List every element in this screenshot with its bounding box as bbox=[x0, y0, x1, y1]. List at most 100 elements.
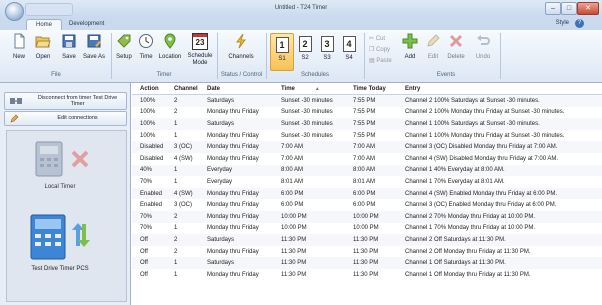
app-menu-orb-button[interactable] bbox=[5, 2, 24, 21]
location-button[interactable]: Location bbox=[157, 33, 183, 69]
cell-time: 8:01 AM bbox=[281, 178, 304, 185]
edit-connections-button[interactable]: Edit connections bbox=[4, 111, 127, 126]
table-row[interactable]: Disabled 3 (OC) Monday thru Friday 7:00 AM 7… bbox=[132, 141, 602, 153]
timer-device-icon bbox=[35, 141, 63, 177]
cell-time-today: 8:00 AM bbox=[345, 164, 397, 177]
add-event-button[interactable]: Add bbox=[400, 33, 420, 69]
schedule-s1-button[interactable]: 1 S1 bbox=[270, 33, 294, 71]
schedule-number: 3 bbox=[320, 36, 334, 52]
close-button[interactable]: ✕ bbox=[577, 2, 599, 15]
open-button[interactable]: Open bbox=[32, 33, 54, 69]
table-row[interactable]: 70% 1 Everyday 8:01 AM 8:01 AM Channel 1 70% … bbox=[132, 176, 602, 188]
table-row[interactable]: Enabled 4 (SW) Monday thru Friday 6:00 PM 6:… bbox=[132, 187, 602, 200]
edit-label: Edit bbox=[427, 54, 439, 60]
cell-entry: Channel 4 (SW) Enabled Monday thru Frida… bbox=[397, 187, 602, 200]
local-timer-device[interactable] bbox=[34, 140, 64, 178]
time-button[interactable]: Time bbox=[136, 33, 156, 69]
cell-action: Disabled bbox=[132, 141, 166, 153]
style-menu[interactable]: Style bbox=[556, 20, 569, 26]
schedule-s3-button[interactable]: 3 S3 bbox=[316, 33, 338, 69]
schedule-s4-button[interactable]: 4 S4 bbox=[338, 33, 360, 69]
column-header-entry[interactable]: Entry bbox=[397, 83, 602, 95]
cell-time: Sunset -30 minutes bbox=[281, 132, 333, 139]
cell-entry: Channel 1 70% Monday thru Friday at 10:0… bbox=[405, 225, 536, 232]
test-drive-timer-device[interactable] bbox=[30, 214, 66, 260]
cell-time-today: 6:00 PM bbox=[345, 187, 397, 200]
tab-development[interactable]: Development bbox=[60, 19, 113, 30]
save-button[interactable]: Save bbox=[58, 33, 80, 69]
copy-button[interactable]: ❐ Copy bbox=[369, 46, 390, 55]
cell-entry: Channel 1 100% Monday thru Friday at Sun… bbox=[405, 132, 565, 139]
delete-event-button[interactable]: Delete bbox=[445, 33, 467, 69]
clock-icon bbox=[139, 34, 153, 48]
cut-label: Cut bbox=[375, 36, 386, 42]
window-title: Untitled - T24 Timer bbox=[274, 5, 328, 11]
paste-label: Paste bbox=[376, 58, 392, 64]
lightning-icon bbox=[236, 33, 246, 49]
cell-date: Monday thru Friday bbox=[207, 271, 259, 278]
schedule-mode-button[interactable]: 23 Schedule Mode bbox=[185, 33, 215, 69]
table-row[interactable]: Off 2 Monday thru Friday 11:30 PM 11:30 PM Ch… bbox=[132, 246, 602, 258]
cell-entry: Channel 1 100% Saturdays at Sunset -30 m… bbox=[397, 118, 602, 130]
cell-date: Monday thru Friday bbox=[207, 132, 259, 139]
table-row[interactable]: Disabled 4 (SW) Monday thru Friday 7:00 AM 7… bbox=[132, 153, 602, 165]
help-icon[interactable]: ? bbox=[575, 19, 584, 28]
cell-time: 11:30 PM bbox=[273, 257, 345, 269]
setup-button[interactable]: Setup bbox=[114, 33, 134, 69]
cell-entry: Channel 1 Off Saturdays at 11:30 PM. bbox=[397, 257, 602, 269]
column-header-action[interactable]: Action bbox=[132, 83, 166, 95]
cell-time-today: 7:00 AM bbox=[353, 155, 376, 162]
cut-button[interactable]: ✂ Cut bbox=[369, 35, 385, 44]
table-row[interactable]: 100% 2 Monday thru Friday Sunset -30 minute… bbox=[132, 107, 602, 119]
table-row[interactable]: 100% 1 Monday thru Friday Sunset -30 minute… bbox=[132, 130, 602, 142]
channels-button[interactable]: Channels bbox=[222, 33, 260, 69]
transfer-arrows-icon bbox=[72, 223, 90, 247]
cell-action: Enabled bbox=[140, 202, 163, 209]
time-label: Time bbox=[139, 54, 153, 60]
new-label: New bbox=[12, 54, 25, 60]
edit-event-button[interactable]: Edit bbox=[423, 33, 443, 69]
table-row[interactable]: Off 1 Saturdays 11:30 PM 11:30 PM Channel 1 O… bbox=[132, 257, 602, 269]
table-row[interactable]: 100% 1 Saturdays Sunset -30 minutes 7:55 PM C… bbox=[132, 118, 602, 130]
copy-label: Copy bbox=[376, 47, 391, 53]
table-row[interactable]: 70% 2 Monday thru Friday 10:00 PM 10:00 PM Ch… bbox=[132, 210, 602, 223]
save-as-button[interactable]: Save As bbox=[82, 33, 106, 69]
new-button[interactable]: New bbox=[8, 33, 30, 69]
cell-time-today: 11:30 PM bbox=[345, 257, 397, 269]
column-header-channel[interactable]: Channel bbox=[166, 83, 199, 95]
table-row[interactable]: Off 2 Saturdays 11:30 PM 11:30 PM Channel 2 O… bbox=[132, 234, 602, 246]
undo-label: Undo bbox=[475, 54, 491, 60]
cell-entry: Channel 2 70% Monday thru Friday at 10:0… bbox=[397, 210, 602, 223]
table-row[interactable]: 70% 1 Monday thru Friday 10:00 PM 10:00 PM Ch… bbox=[132, 223, 602, 235]
delete-label: Delete bbox=[447, 54, 465, 60]
cell-channel: 2 bbox=[166, 94, 199, 107]
maximize-button[interactable]: □ bbox=[561, 2, 577, 15]
table-row[interactable]: 40% 1 Everyday 8:00 AM 8:00 AM Channel 1 40% … bbox=[132, 164, 602, 177]
cell-time-today: 7:00 AM bbox=[345, 141, 397, 153]
scissors-icon: ✂ bbox=[369, 36, 376, 42]
schedule-s2-button[interactable]: 2 S2 bbox=[294, 33, 316, 69]
table-row[interactable]: Enabled 3 (OC) Monday thru Friday 6:00 PM 6:… bbox=[132, 199, 602, 211]
tag-icon bbox=[117, 34, 131, 48]
undo-button[interactable]: Undo bbox=[472, 33, 494, 69]
cell-channel: 1 bbox=[174, 271, 178, 278]
minimize-button[interactable]: – bbox=[545, 2, 561, 15]
column-header-time-today[interactable]: Time Today bbox=[345, 83, 397, 95]
table-row[interactable]: Off 1 Monday thru Friday 11:30 PM 11:30 PM Ch… bbox=[132, 269, 602, 281]
timer-device-icon bbox=[30, 214, 66, 260]
column-header-date[interactable]: Date bbox=[199, 83, 273, 95]
paste-button[interactable]: ▤ Paste bbox=[369, 57, 392, 66]
disconnect-button[interactable]: Disconnect from timer Test Drive Timer bbox=[4, 92, 127, 110]
cell-entry: Channel 1 Off Monday thru Friday at 11:3… bbox=[405, 271, 531, 278]
separator bbox=[364, 33, 365, 79]
timers-panel bbox=[6, 130, 127, 302]
calendar-day: 23 bbox=[195, 38, 205, 47]
schedule-label: S4 bbox=[345, 55, 353, 61]
column-header-time[interactable]: Time ▲ bbox=[273, 83, 345, 95]
cell-channel: 4 (SW) bbox=[166, 187, 199, 200]
cell-channel: 1 bbox=[174, 225, 178, 232]
table-row[interactable]: 100% 2 Saturdays Sunset -30 minutes 7:55 PM C… bbox=[132, 94, 602, 107]
table-header: Action Channel Date Time ▲ Time Today Ent… bbox=[132, 83, 602, 95]
separator bbox=[266, 33, 267, 79]
cell-entry: Channel 1 70% Everyday at 8:01 AM. bbox=[405, 178, 505, 185]
